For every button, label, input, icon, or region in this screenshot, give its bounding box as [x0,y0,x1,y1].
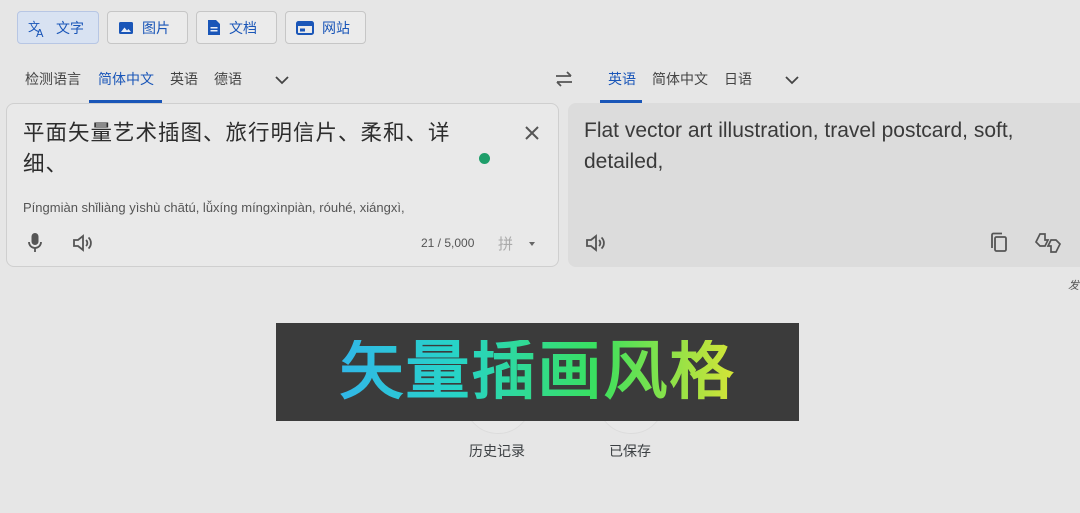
overlay-title: 矢量插画风格 [339,334,736,409]
input-method-button[interactable]: 拼 [498,233,537,254]
char-counter: 21 / 5,000 [421,236,475,250]
lang-tab-german[interactable]: 德语 [214,62,242,102]
image-icon [118,20,134,36]
chevron-down-icon[interactable] [272,70,292,90]
translation-panel: Flat vector art illustration, travel pos… [568,103,1080,267]
title-overlay-banner: 矢量插画风格 [276,323,799,421]
history-label[interactable]: 历史记录 [457,441,537,461]
lang-tab-target-japanese[interactable]: 日语 [724,62,752,102]
edge-text: 发 [1068,280,1079,292]
document-mode-label: 文档 [229,19,257,36]
speaker-icon[interactable] [585,233,607,253]
website-icon [296,20,314,36]
status-dot [479,153,490,164]
text-mode-button[interactable]: 文A 文字 [17,11,99,44]
copy-icon[interactable] [989,232,1009,254]
lang-tab-target-simplified-chinese[interactable]: 简体中文 [652,62,708,102]
lang-tab-simplified-chinese[interactable]: 简体中文 [98,62,154,102]
text-mode-label: 文字 [56,19,84,36]
caret-down-icon [529,242,536,246]
feedback-icon[interactable] [1034,231,1062,255]
translate-icon: 文A [28,18,48,38]
website-mode-label: 网站 [322,19,350,36]
translation-text: Flat vector art illustration, travel pos… [584,119,1014,173]
document-mode-button[interactable]: 文档 [196,11,277,44]
svg-text:A: A [36,27,44,38]
input-method-label: 拼 [498,236,514,253]
document-icon [207,19,221,36]
lang-tab-target-english[interactable]: 英语 [608,62,636,102]
image-mode-button[interactable]: 图片 [107,11,188,44]
saved-label[interactable]: 已保存 [590,441,670,461]
microphone-icon[interactable] [27,232,43,254]
chevron-down-icon[interactable] [782,70,802,90]
image-mode-label: 图片 [142,19,170,36]
clear-icon[interactable] [523,124,541,142]
swap-languages-icon[interactable] [553,69,575,89]
lang-tab-english[interactable]: 英语 [170,62,198,102]
source-transliteration: Píngmiàn shǐliàng yìshù chātú, lǚxíng mí… [23,200,405,215]
speaker-icon[interactable] [72,233,94,253]
source-panel: 平面矢量艺术插图、旅行明信片、柔和、详细、 Píngmiàn shǐliàng … [6,103,559,267]
website-mode-button[interactable]: 网站 [285,11,366,44]
lang-tab-detect[interactable]: 检测语言 [25,62,81,102]
source-text-input[interactable]: 平面矢量艺术插图、旅行明信片、柔和、详细、 [23,118,493,180]
